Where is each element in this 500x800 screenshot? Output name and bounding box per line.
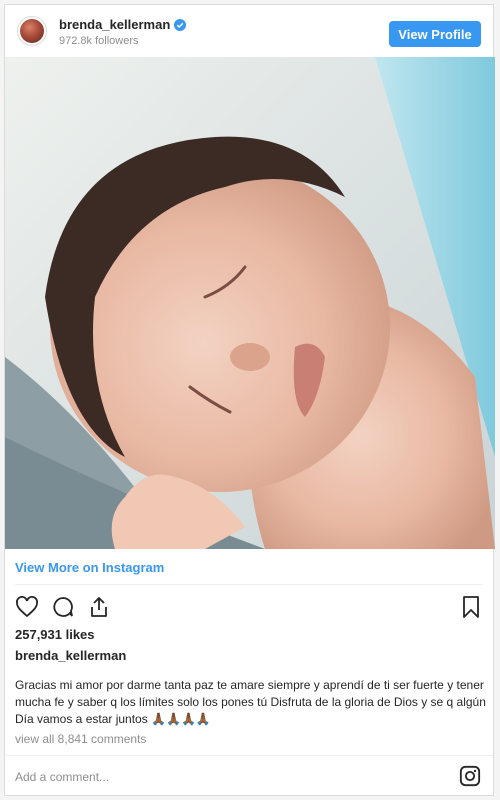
post-photo[interactable] bbox=[5, 57, 495, 549]
comment-icon[interactable] bbox=[51, 595, 75, 619]
post-caption: Gracias mi amor por darme tanta paz te a… bbox=[15, 678, 486, 726]
post-actions bbox=[15, 595, 111, 619]
view-profile-button[interactable]: View Profile bbox=[389, 21, 481, 47]
avatar[interactable] bbox=[17, 16, 47, 46]
post-header: brenda_kellerman 972.8k followers View P… bbox=[5, 5, 493, 57]
followers-count: 972.8k followers bbox=[59, 35, 139, 47]
username-row: brenda_kellerman bbox=[59, 17, 187, 32]
share-icon[interactable] bbox=[87, 595, 111, 619]
instagram-embed-card: brenda_kellerman 972.8k followers View P… bbox=[4, 4, 495, 796]
heart-icon[interactable] bbox=[15, 595, 39, 619]
likes-count[interactable]: 257,931 likes bbox=[15, 627, 95, 642]
view-all-comments-link[interactable]: view all 8,841 comments bbox=[15, 732, 146, 746]
instagram-icon[interactable] bbox=[459, 765, 481, 787]
sleeping-baby-photo bbox=[5, 57, 495, 549]
divider bbox=[5, 755, 493, 756]
verified-badge-icon bbox=[174, 18, 187, 31]
add-comment-input[interactable]: Add a comment... bbox=[15, 770, 109, 784]
avatar-image bbox=[20, 19, 44, 43]
bookmark-icon[interactable] bbox=[459, 595, 483, 619]
username-link[interactable]: brenda_kellerman bbox=[59, 17, 170, 32]
post-owner-username[interactable]: brenda_kellerman bbox=[15, 648, 126, 663]
view-more-link[interactable]: View More on Instagram bbox=[15, 560, 164, 575]
divider bbox=[15, 584, 483, 585]
